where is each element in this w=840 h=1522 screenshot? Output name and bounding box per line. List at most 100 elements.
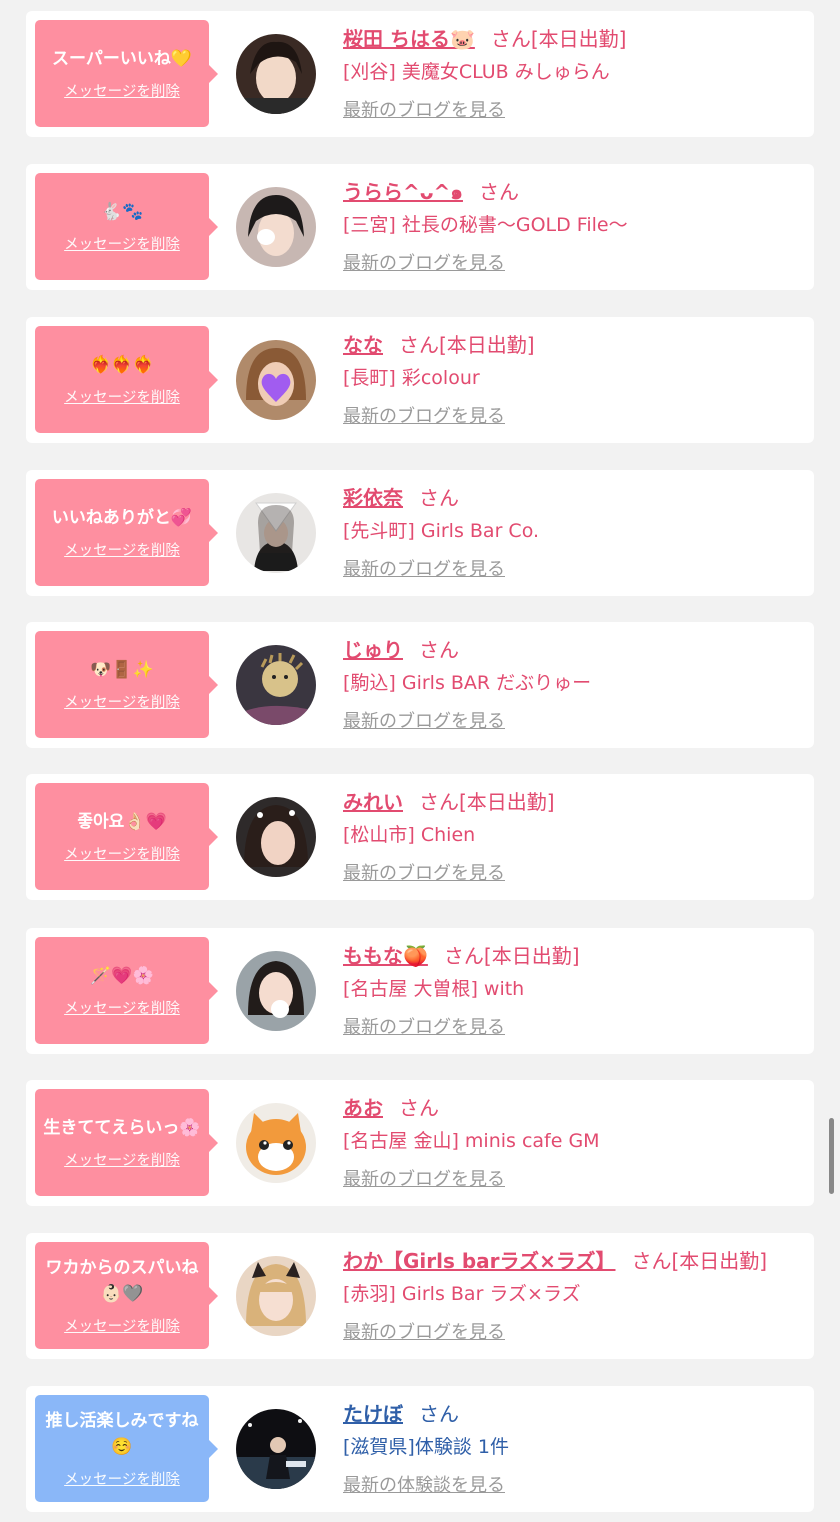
honorific: さん — [419, 1402, 459, 1426]
shop-label: [長町] 彩colour — [343, 367, 480, 389]
honorific: さん — [419, 790, 459, 814]
cast-info: わか【Girls barラズ×ラズ】 さん[本日出勤] [赤羽] Girls Ba… — [343, 1247, 804, 1346]
attendance-status: [本日出勤] — [671, 1249, 768, 1273]
latest-blog-link[interactable]: 最新のブログを見る — [343, 709, 804, 735]
cast-name-link[interactable]: 彩依奈 — [343, 486, 403, 510]
shop-label: [刈谷] 美魔女CLUB みしゅらん — [343, 61, 610, 83]
honorific: さん — [419, 638, 459, 662]
avatar[interactable] — [236, 493, 316, 573]
shop-label: [三宮] 社長の秘書〜GOLD File〜 — [343, 214, 628, 236]
avatar[interactable] — [236, 951, 316, 1031]
list-item: ワカからのスパいね👶🏻🩶 メッセージを削除 わか【Girls barラズ×ラズ】… — [26, 1233, 814, 1359]
message-bubble: 🐶🚪✨ メッセージを削除 — [35, 631, 218, 738]
honorific: さん — [478, 180, 519, 204]
latest-blog-link[interactable]: 最新のブログを見る — [343, 1015, 804, 1041]
cast-name-link[interactable]: 桜田 ちはる🐷 — [343, 27, 475, 51]
message-text: スーパーいいね💛 — [52, 49, 192, 69]
latest-blog-link[interactable]: 最新のブログを見る — [343, 251, 804, 277]
message-bubble: スーパーいいね💛 メッセージを削除 — [35, 20, 218, 127]
avatar[interactable] — [236, 340, 316, 420]
list-item: 推し活楽しみですね☺️ メッセージを削除 たけぼ さん [滋賀県]体験談 1件 最… — [26, 1386, 814, 1512]
latest-blog-link[interactable]: 最新のブログを見る — [343, 1167, 804, 1193]
message-bubble: いいねありがと💞 メッセージを削除 — [35, 479, 218, 586]
message-text: 推し活楽しみですね☺️ — [45, 1411, 199, 1457]
avatar[interactable] — [236, 797, 316, 877]
latest-experience-link[interactable]: 最新の体験談を見る — [343, 1473, 804, 1499]
latest-blog-link[interactable]: 最新のブログを見る — [343, 1320, 804, 1346]
message-bubble: ❤️‍🔥❤️‍🔥❤️‍🔥 メッセージを削除 — [35, 326, 218, 433]
message-text: 🐶🚪✨ — [90, 660, 154, 680]
list-item: ❤️‍🔥❤️‍🔥❤️‍🔥 メッセージを削除 なな さん[本日出勤] [長町] 彩c… — [26, 317, 814, 443]
scrollbar[interactable] — [829, 1118, 834, 1194]
latest-blog-link[interactable]: 最新のブログを見る — [343, 861, 804, 887]
cast-info: 彩依奈 さん [先斗町] Girls Bar Co. 最新のブログを見る — [343, 484, 804, 583]
cast-info: たけぼ さん [滋賀県]体験談 1件 最新の体験談を見る — [343, 1400, 804, 1499]
list-item: 좋아요👌🏻💗 メッセージを削除 みれい さん[本日出勤] [松山市] Chien … — [26, 774, 814, 900]
avatar[interactable] — [236, 1256, 316, 1336]
cast-name-link[interactable]: わか【Girls barラズ×ラズ】 — [343, 1249, 616, 1273]
cast-name-link[interactable]: なな — [343, 333, 383, 357]
latest-blog-link[interactable]: 最新のブログを見る — [343, 404, 804, 430]
delete-message-link[interactable]: メッセージを削除 — [64, 233, 180, 254]
list-item: スーパーいいね💛 メッセージを削除 桜田 ちはる🐷 さん[本日出勤] [刈谷] 美… — [26, 11, 814, 137]
list-item: 🐇🐾 メッセージを削除 うらら^ᴗ^๑ さん [三宮] 社長の秘書〜GOLD Fi… — [26, 164, 814, 290]
message-bubble: 推し活楽しみですね☺️ メッセージを削除 — [35, 1395, 218, 1502]
attendance-status: [本日出勤] — [483, 944, 580, 968]
list-item: 🪄💗🌸 メッセージを削除 ももな🍑 さん[本日出勤] [名古屋 大曽根] with… — [26, 928, 814, 1054]
shop-label: [赤羽] Girls Bar ラズ×ラズ — [343, 1283, 581, 1305]
list-item: 🐶🚪✨ メッセージを削除 じゅり さん [駒込] Girls BAR だぶりゅー … — [26, 622, 814, 748]
avatar[interactable] — [236, 187, 316, 267]
message-text: 🪄💗🌸 — [90, 966, 154, 986]
attendance-status: [本日出勤] — [439, 333, 535, 357]
cast-name-link[interactable]: じゅり — [343, 638, 403, 662]
message-text: ワカからのスパいね👶🏻🩶 — [45, 1258, 199, 1304]
avatar[interactable] — [236, 645, 316, 725]
message-text: ❤️‍🔥❤️‍🔥❤️‍🔥 — [90, 355, 154, 375]
delete-message-link[interactable]: メッセージを削除 — [64, 80, 180, 101]
message-text: 生きててえらいっ🌸 — [43, 1118, 201, 1138]
cast-name-link[interactable]: うらら^ᴗ^๑ — [343, 180, 463, 204]
latest-blog-link[interactable]: 最新のブログを見る — [343, 557, 804, 583]
cast-name-link[interactable]: みれい — [343, 790, 403, 814]
cast-info: ももな🍑 さん[本日出勤] [名古屋 大曽根] with 最新のブログを見る — [343, 942, 804, 1041]
delete-message-link[interactable]: メッセージを削除 — [64, 386, 180, 407]
cast-name-link[interactable]: たけぼ — [343, 1402, 403, 1426]
honorific: さん — [490, 27, 531, 51]
shop-label: [松山市] Chien — [343, 824, 476, 846]
delete-message-link[interactable]: メッセージを削除 — [64, 1468, 180, 1489]
message-text: いいねありがと💞 — [51, 508, 193, 528]
delete-message-link[interactable]: メッセージを削除 — [64, 1315, 180, 1336]
cast-info: あお さん [名古屋 金山] minis cafe GM 最新のブログを見る — [343, 1094, 804, 1193]
avatar[interactable] — [236, 1409, 316, 1489]
delete-message-link[interactable]: メッセージを削除 — [64, 997, 180, 1018]
honorific: さん — [631, 1249, 672, 1273]
message-text: 🐇🐾 — [100, 202, 144, 222]
honorific: さん — [399, 1096, 439, 1120]
cast-name-link[interactable]: ももな🍑 — [343, 944, 428, 968]
delete-message-link[interactable]: メッセージを削除 — [64, 843, 180, 864]
attendance-status: [本日出勤] — [459, 790, 555, 814]
shop-label: [駒込] Girls BAR だぶりゅー — [343, 672, 592, 694]
message-list: スーパーいいね💛 メッセージを削除 桜田 ちはる🐷 さん[本日出勤] [刈谷] 美… — [0, 0, 840, 1522]
cast-info: うらら^ᴗ^๑ さん [三宮] 社長の秘書〜GOLD File〜 最新のブログを見… — [343, 178, 804, 277]
attendance-status: [本日出勤] — [530, 27, 627, 51]
delete-message-link[interactable]: メッセージを削除 — [64, 691, 180, 712]
honorific: さん — [443, 944, 484, 968]
message-bubble: 좋아요👌🏻💗 メッセージを削除 — [35, 783, 218, 890]
message-text: 좋아요👌🏻💗 — [77, 812, 167, 832]
delete-message-link[interactable]: メッセージを削除 — [64, 1149, 180, 1170]
delete-message-link[interactable]: メッセージを削除 — [64, 539, 180, 560]
cast-info: みれい さん[本日出勤] [松山市] Chien 最新のブログを見る — [343, 788, 804, 887]
honorific: さん — [399, 333, 439, 357]
cast-info: なな さん[本日出勤] [長町] 彩colour 最新のブログを見る — [343, 331, 804, 430]
cast-name-link[interactable]: あお — [343, 1096, 383, 1120]
message-bubble: 🪄💗🌸 メッセージを削除 — [35, 937, 218, 1044]
honorific: さん — [419, 486, 459, 510]
message-bubble: ワカからのスパいね👶🏻🩶 メッセージを削除 — [35, 1242, 218, 1349]
shop-label: [名古屋 金山] minis cafe GM — [343, 1130, 600, 1152]
cast-info: じゅり さん [駒込] Girls BAR だぶりゅー 最新のブログを見る — [343, 636, 804, 735]
latest-blog-link[interactable]: 最新のブログを見る — [343, 98, 804, 124]
avatar[interactable] — [236, 34, 316, 114]
avatar[interactable] — [236, 1103, 316, 1183]
message-bubble: 🐇🐾 メッセージを削除 — [35, 173, 218, 280]
